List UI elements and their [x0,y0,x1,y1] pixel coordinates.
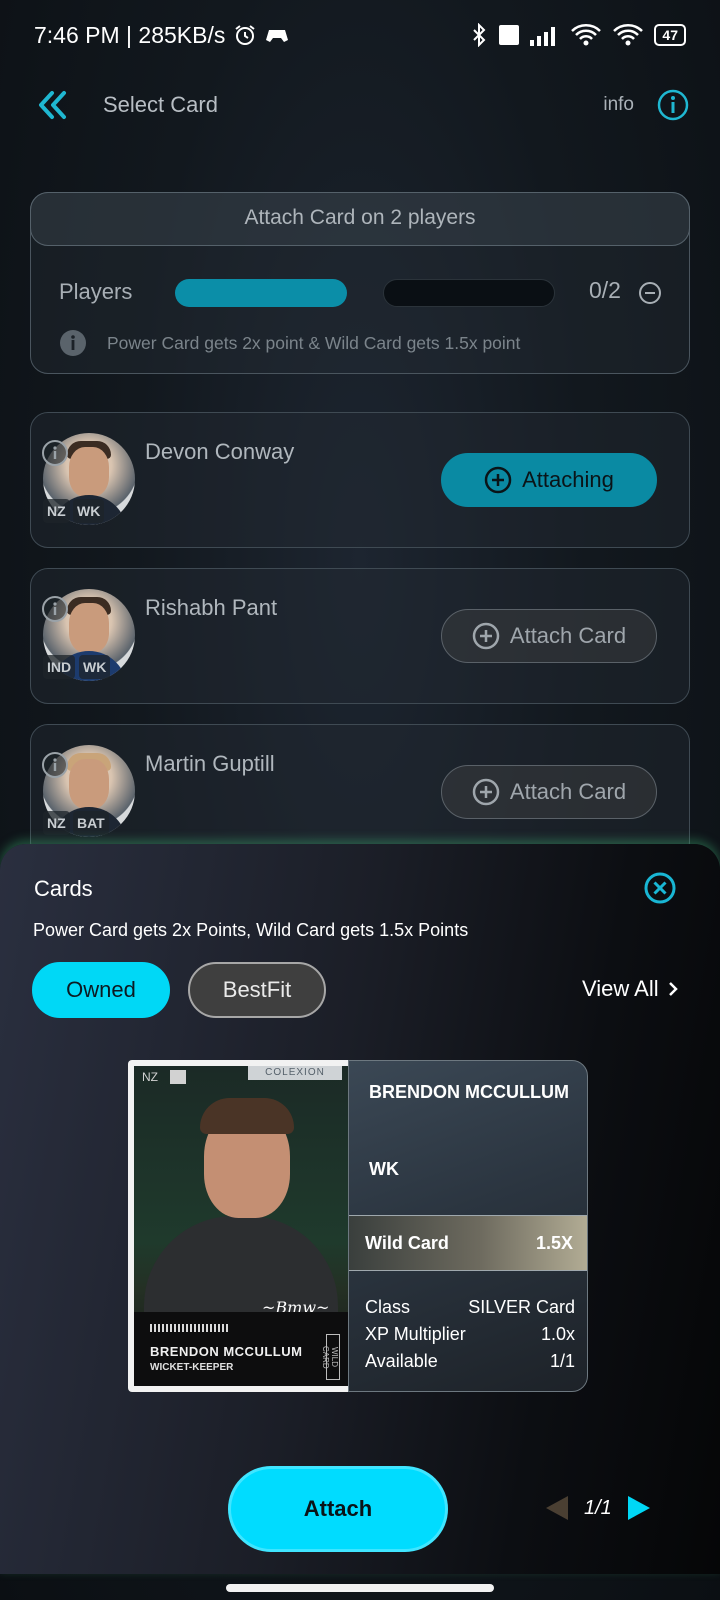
status-bar: 7:46 PM | 285KB/s 47 [0,0,720,70]
team-logo-icon [170,1070,186,1084]
players-count: 0/2 [589,277,621,303]
attach-button[interactable]: Attach [228,1466,448,1552]
country-tag: NZ [43,811,70,835]
stat-value: 1/1 [549,1351,575,1371]
card-player-hair [200,1098,294,1134]
player-row: NZ BAT Martin Guptill Attach Card [30,724,690,860]
stat-value: 1.0x [540,1324,575,1344]
attaching-label: Attaching [522,467,614,492]
status-time: 7:46 PM | 285KB/s [34,21,226,48]
card-stripes [150,1324,228,1332]
info-link[interactable]: info [603,94,634,116]
filter-owned[interactable]: Owned [32,962,170,1018]
wifi-icon-2 [613,24,644,46]
cards-bottom-sheet: Cards Power Card gets 2x Points, Wild Ca… [0,844,720,1574]
alarm-icon [235,25,255,45]
player-name: Rishabh Pant [145,595,278,620]
role-tag: WK [73,499,105,523]
battery-icon: 47 [654,24,686,46]
player-name: Martin Guptill [145,751,275,776]
country-tag: IND [43,655,76,679]
close-icon[interactable] [642,870,678,906]
next-arrow-icon[interactable] [626,1494,652,1522]
card-type: Wild Card [365,1232,449,1253]
card-print-tag: WILD CARD [321,1334,340,1380]
game-controller-icon [266,30,289,42]
stat-row: Class SILVER Card [365,1297,575,1324]
sheet-subtitle: Power Card gets 2x Points, Wild Card get… [33,920,469,940]
info-icon [60,330,86,356]
card-name-band: BRENDON MCCULLUM WICKET-KEEPER WILD CARD [134,1312,348,1386]
info-icon[interactable] [41,751,69,779]
card-multiplier: 1.5X [535,1232,573,1253]
stat-label: Available [365,1351,438,1371]
player-slot-bar-2 [383,279,555,307]
sheet-title: Cards [34,876,93,901]
stat-label: Class [365,1297,411,1317]
attach-card-button[interactable]: Attach Card [441,609,657,663]
country-tag: NZ [43,499,70,523]
bluetooth-icon [473,23,486,47]
minus-circle-icon[interactable] [638,281,662,305]
plus-circle-icon [472,778,500,806]
role-tag: BAT [73,811,109,835]
stat-row: XP Multiplier 1.0x [365,1324,575,1351]
plus-circle-icon [472,622,500,650]
card-print-name: BRENDON MCCULLUM [150,1344,303,1359]
view-all-link[interactable]: View All [582,976,679,1002]
page-title: Select Card [103,92,218,117]
wifi-icon [571,24,602,46]
card-type-band: Wild Card 1.5X [349,1215,587,1271]
players-label: Players [59,279,133,304]
card-print-role: WICKET-KEEPER [150,1362,234,1373]
attach-heading: Attach Card on 2 players [30,192,690,246]
role-tag: WK [79,655,111,679]
attach-card-button[interactable]: Attach Card [441,765,657,819]
player-name: Devon Conway [145,439,295,464]
card-pager: 1/1 [544,1494,652,1522]
plus-circle-icon [484,466,512,494]
card-stats: Class SILVER Card XP Multiplier 1.0x Ava… [365,1297,575,1378]
attach-card-label: Attach Card [509,779,627,804]
card-player-role: WK [369,1159,399,1179]
info-icon[interactable] [41,439,69,467]
card-country: NZ [142,1070,158,1084]
info-icon[interactable] [41,595,69,623]
card-details-panel: BRENDON MCCULLUM WK Wild Card 1.5X Class… [348,1060,588,1392]
stat-value: SILVER Card [468,1297,575,1317]
signal-icon [530,27,556,46]
chevron-right-icon [668,982,678,996]
stat-row: Available 1/1 [365,1351,575,1378]
player-row: IND WK Rishabh Pant Attach Card [30,568,690,704]
info-icon[interactable] [656,88,690,122]
brand-logo: COLEXION [248,1066,342,1080]
player-slot-bar-1 [175,279,347,307]
attach-card-label: Attach Card [509,623,627,648]
home-indicator[interactable] [226,1584,494,1592]
volte-icon [499,25,520,45]
pager-label: 1/1 [584,1496,612,1519]
player-card-image[interactable]: NZ COLEXION ~Bmw~ BRENDON MCCULLUM WICKE… [128,1060,354,1392]
double-chevron-left-icon[interactable] [36,88,70,122]
card-player-name: BRENDON MCCULLUM [369,1082,569,1102]
prev-arrow-icon[interactable] [544,1494,570,1522]
attaching-button[interactable]: Attaching [441,453,657,507]
top-header: Select Card info [0,78,720,134]
attach-summary-panel: Attach Card on 2 players Players 0/2 Pow… [30,192,690,374]
points-note: Power Card gets 2x point & Wild Card get… [107,333,521,353]
player-row: NZ WK Devon Conway Attaching [30,412,690,548]
view-all-label: View All [582,976,659,1001]
stat-label: XP Multiplier [365,1324,466,1344]
filter-bestfit[interactable]: BestFit [188,962,326,1018]
